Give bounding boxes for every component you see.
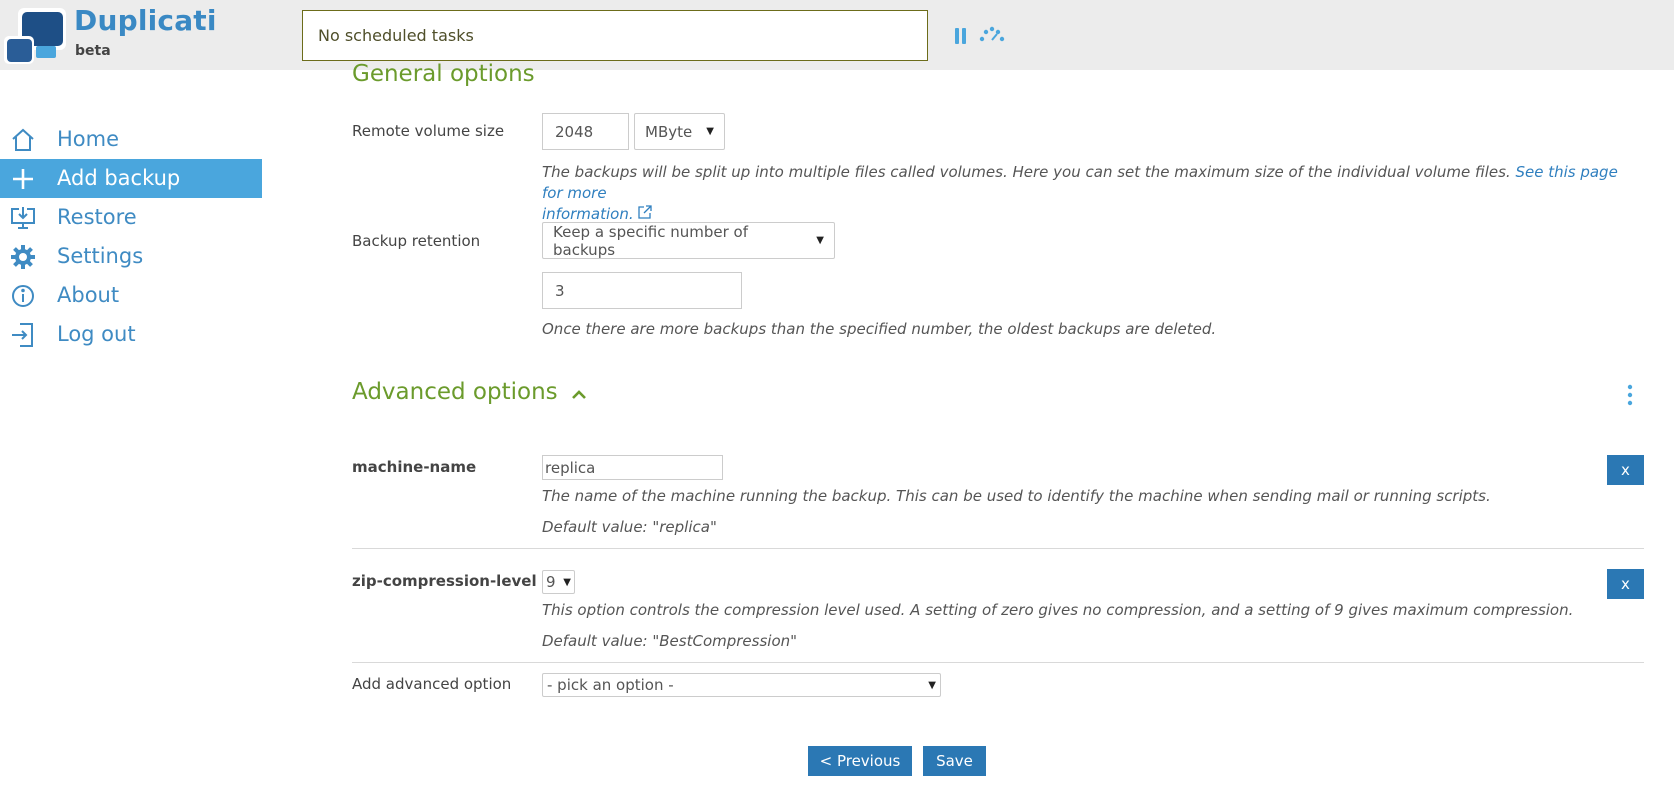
info-icon [10,283,36,309]
throttle-icon[interactable] [978,26,1006,44]
remove-option-button[interactable]: x [1607,569,1644,599]
more-options-icon[interactable] [1624,384,1636,406]
remove-option-button[interactable]: x [1607,455,1644,485]
compression-level-default: Default value: "BestCompression" [542,632,798,650]
sidebar-item-label: About [57,283,120,307]
pause-icon[interactable] [954,28,968,44]
sidebar-item-label: Restore [57,205,137,229]
advanced-option-name: machine-name [352,458,477,476]
sidebar-item-home[interactable]: Home [0,120,262,159]
add-advanced-option-select[interactable]: - pick an option - ▼ [542,673,941,697]
chevron-down-icon: ▼ [928,679,936,691]
previous-button[interactable]: < Previous [808,746,912,776]
compression-level-select[interactable]: 9 ▼ [542,570,575,594]
compression-level-help: This option controls the compression lev… [542,601,1574,619]
backup-retention-label: Backup retention [352,232,481,250]
home-icon [10,127,36,153]
status-text: No scheduled tasks [318,26,474,45]
gear-icon [10,244,36,270]
sidebar-item-about[interactable]: About [0,276,262,315]
sidebar-item-label: Add backup [57,166,181,190]
sidebar-item-settings[interactable]: Settings [0,237,262,276]
machine-name-input[interactable]: replica [542,455,723,480]
brand-name: Duplicati [74,4,217,37]
compression-level-value: 9 [546,573,556,591]
status-panel: No scheduled tasks [302,10,928,61]
general-options-title: General options [352,61,535,87]
logout-icon [10,322,36,348]
add-advanced-option-label: Add advanced option [352,675,512,693]
retention-select[interactable]: Keep a specific number of backups ▼ [542,222,835,259]
chevron-down-icon: ▼ [563,576,571,588]
more-info-link-text-2[interactable]: information. [542,205,634,223]
sidebar-item-label: Log out [57,322,136,346]
machine-name-help: The name of the machine running the back… [542,487,1491,505]
restore-icon [10,205,36,231]
sidebar-item-restore[interactable]: Restore [0,198,262,237]
top-header: Duplicati beta No scheduled tasks [0,0,1674,70]
advanced-options-title[interactable]: Advanced options [352,379,587,406]
volume-size-input[interactable]: 2048 [542,113,629,150]
chevron-down-icon: ▼ [706,126,714,137]
volume-help-text: The backups will be split up into multip… [542,163,1511,181]
sidebar-item-add-backup[interactable]: Add backup [0,159,262,198]
duplicati-logo[interactable] [4,6,66,64]
external-link-icon[interactable] [638,205,653,223]
advanced-options-title-text[interactable]: Advanced options [352,379,558,405]
brand-subtitle: beta [75,43,111,59]
machine-name-default: Default value: "replica" [542,518,717,536]
chevron-down-icon: ▼ [816,235,824,246]
retention-count-input[interactable]: 3 [542,272,742,309]
sidebar-item-label: Home [57,127,120,151]
sidebar-item-label: Settings [57,244,144,268]
advanced-option-name: zip-compression-level [352,572,537,590]
add-advanced-option-placeholder: - pick an option - [547,676,674,694]
divider [352,548,1644,549]
retention-help: Once there are more backups than the spe… [542,320,1217,338]
chevron-up-icon[interactable] [571,380,587,406]
volume-unit-select[interactable]: MByte ▼ [634,113,725,150]
save-button[interactable]: Save [923,746,986,776]
volume-unit-value: MByte [645,122,693,141]
plus-icon [10,166,36,192]
sidebar-nav: Home Add backup Restore Settings About L… [0,120,262,354]
sidebar-item-logout[interactable]: Log out [0,315,262,354]
retention-value: Keep a specific number of backups [553,222,749,259]
volume-size-help: The backups will be split up into multip… [542,162,1642,225]
divider [352,662,1644,663]
remote-volume-size-label: Remote volume size [352,122,505,140]
